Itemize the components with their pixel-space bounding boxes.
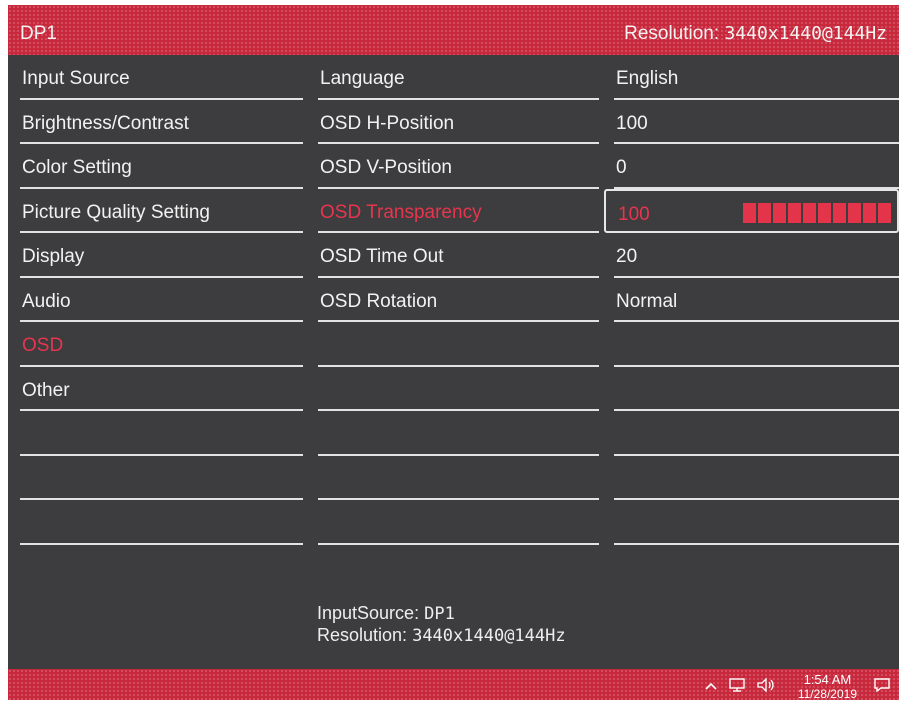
menu-item-audio[interactable]: Audio bbox=[20, 278, 303, 322]
value-osd-v-position[interactable]: 0 bbox=[614, 144, 899, 189]
menu-item-color-setting[interactable]: Color Setting bbox=[20, 144, 303, 189]
submenu-item-osd-time-out[interactable]: OSD Time Out bbox=[318, 233, 599, 278]
transparency-level-bar[interactable] bbox=[743, 202, 891, 223]
chevron-up-icon[interactable] bbox=[704, 678, 718, 695]
level-bar-segment bbox=[878, 202, 891, 223]
menu-empty-row bbox=[20, 500, 303, 545]
menu-item-brightness-contrast[interactable]: Brightness/Contrast bbox=[20, 100, 303, 144]
menu-item-other[interactable]: Other bbox=[20, 367, 303, 411]
value-empty-row bbox=[614, 367, 899, 411]
level-bar-segment bbox=[773, 202, 786, 223]
signal-info: InputSource: DP1 Resolution: 3440x1440@1… bbox=[317, 603, 566, 647]
level-bar-segment bbox=[818, 202, 831, 223]
header-resolution: Resolution: 3440x1440@144Hz bbox=[624, 23, 887, 45]
submenu-empty-row bbox=[318, 456, 599, 500]
value-osd-transparency[interactable]: 100 bbox=[604, 188, 899, 233]
level-bar-segment bbox=[788, 202, 801, 223]
menu-item-input-source[interactable]: Input Source bbox=[20, 55, 303, 100]
main-menu: Input Source Brightness/Contrast Color S… bbox=[20, 55, 303, 545]
value-empty-row bbox=[614, 500, 899, 545]
osd-header: DP1 Resolution: 3440x1440@144Hz bbox=[8, 5, 899, 55]
signal-input-line: InputSource: DP1 bbox=[317, 603, 566, 625]
signal-resolution-value: 3440x1440@144Hz bbox=[412, 626, 566, 646]
speaker-icon[interactable] bbox=[756, 676, 776, 697]
osd-footer-bar: 1:54 AM 11/28/2019 bbox=[8, 669, 899, 700]
value-empty-row bbox=[614, 456, 899, 500]
submenu-empty-row bbox=[318, 500, 599, 545]
clock-date: 11/28/2019 bbox=[797, 686, 857, 701]
menu-empty-row bbox=[20, 456, 303, 500]
submenu-item-osd-v-position[interactable]: OSD V-Position bbox=[318, 144, 599, 189]
submenu-item-osd-h-position[interactable]: OSD H-Position bbox=[318, 100, 599, 144]
submenu-empty-row bbox=[318, 322, 599, 367]
submenu-empty-row bbox=[318, 411, 599, 456]
header-resolution-value: 3440x1440@144Hz bbox=[724, 23, 887, 44]
level-bar-segment bbox=[743, 202, 756, 223]
level-bar-segment bbox=[758, 202, 771, 223]
menu-item-picture-quality[interactable]: Picture Quality Setting bbox=[20, 189, 303, 233]
osd-submenu: Language OSD H-Position OSD V-Position O… bbox=[318, 55, 599, 545]
value-osd-time-out[interactable]: 20 bbox=[614, 233, 899, 278]
system-tray: 1:54 AM 11/28/2019 bbox=[694, 671, 891, 701]
taskbar-clock[interactable]: 1:54 AM 11/28/2019 bbox=[788, 671, 857, 701]
menu-item-display[interactable]: Display bbox=[20, 233, 303, 278]
header-resolution-label: Resolution: bbox=[624, 23, 720, 44]
submenu-item-language[interactable]: Language bbox=[318, 55, 599, 100]
osd-window: DP1 Resolution: 3440x1440@144Hz Input So… bbox=[8, 5, 899, 700]
value-empty-row bbox=[614, 411, 899, 456]
signal-resolution-label: Resolution: bbox=[317, 625, 408, 645]
level-bar-segment bbox=[863, 202, 876, 223]
value-language[interactable]: English bbox=[614, 55, 899, 100]
signal-input-label: InputSource: bbox=[317, 603, 420, 623]
value-empty-row bbox=[614, 322, 899, 367]
value-column: English 100 0 100 20 Normal bbox=[604, 55, 899, 545]
level-bar-segment bbox=[803, 202, 816, 223]
menu-item-osd[interactable]: OSD bbox=[20, 322, 303, 367]
menu-empty-row bbox=[20, 411, 303, 456]
network-icon[interactable] bbox=[728, 677, 746, 697]
value-osd-rotation[interactable]: Normal bbox=[614, 278, 899, 322]
clock-time: 1:54 AM bbox=[803, 671, 852, 687]
notification-icon[interactable] bbox=[873, 677, 891, 697]
signal-resolution-line: Resolution: 3440x1440@144Hz bbox=[317, 625, 566, 647]
signal-input-value: DP1 bbox=[424, 604, 455, 624]
transparency-value-text: 100 bbox=[618, 203, 650, 225]
level-bar-segment bbox=[833, 202, 846, 223]
current-input-label: DP1 bbox=[20, 23, 57, 44]
submenu-item-osd-rotation[interactable]: OSD Rotation bbox=[318, 278, 599, 322]
submenu-empty-row bbox=[318, 367, 599, 411]
value-osd-h-position[interactable]: 100 bbox=[614, 100, 899, 144]
level-bar-segment bbox=[848, 202, 861, 223]
submenu-item-osd-transparency[interactable]: OSD Transparency bbox=[318, 189, 599, 233]
